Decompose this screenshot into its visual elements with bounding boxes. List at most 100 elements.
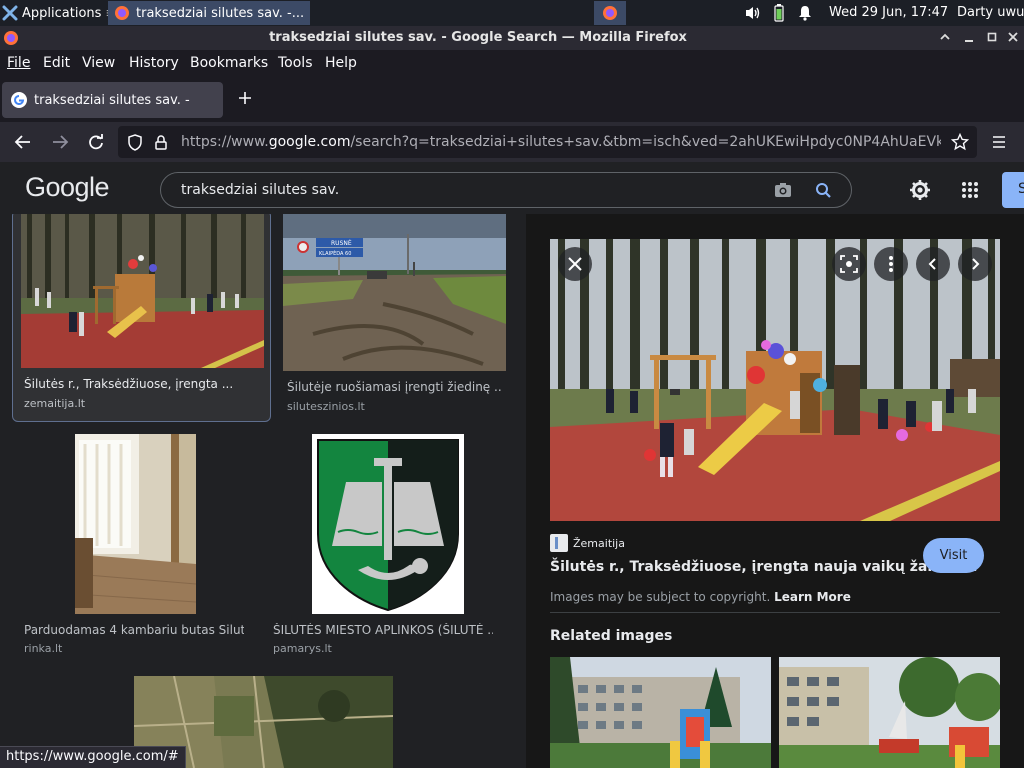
menu-help[interactable]: Help [325, 55, 357, 71]
menu-history[interactable]: History [129, 55, 179, 71]
menu-bookmarks[interactable]: Bookmarks [190, 55, 268, 71]
window-shade-button[interactable] [938, 29, 952, 45]
search-input[interactable]: traksedziai silutes sav. [181, 182, 339, 198]
settings-gear-icon[interactable] [909, 179, 931, 201]
result-caption[interactable]: ŠILUTĖS MIESTO APLINKOS (ŠILUTĖ ... [273, 623, 493, 637]
result-source[interactable]: zemaitija.lt [24, 397, 85, 410]
image-preview-panel: Žemaitija Šilutės r., Traksėdžiuose, įre… [526, 214, 1024, 768]
firefox-icon [115, 6, 129, 20]
menu-tools[interactable]: Tools [278, 55, 313, 71]
volume-icon[interactable] [744, 5, 762, 21]
status-url-overlay: https://www.google.com/# [0, 746, 186, 768]
firefox-workspace-icon [603, 6, 617, 20]
tab-title: traksedziai silutes sav. - [34, 92, 190, 108]
learn-more-link[interactable]: Learn More [774, 590, 851, 604]
taskbar-task-title: traksedziai silutes sav. -... [136, 5, 305, 21]
divider [550, 612, 1000, 613]
back-button[interactable] [14, 134, 32, 150]
sign-in-button[interactable]: S [1002, 172, 1024, 208]
system-taskbar: Applications ≡ traksedziai silutes sav. … [0, 0, 1024, 26]
next-image-button[interactable] [958, 247, 992, 281]
url-text[interactable]: https://www.google.com/search?q=traksedz… [181, 134, 941, 150]
result-caption[interactable]: Parduodamas 4 kambariu butas Silute... [24, 623, 244, 637]
result-source[interactable]: rinka.lt [24, 642, 62, 655]
preview-title[interactable]: Šilutės r., Traksėdžiuose, įrengta nauja… [550, 559, 978, 575]
menu-bar: File Edit View History Bookmarks Tools H… [0, 50, 1024, 78]
browser-tab-active[interactable]: traksedziai silutes sav. - [2, 82, 223, 118]
user-name[interactable]: Darty uwu [957, 5, 1024, 20]
image-results-page: Šilutės r., Traksėdžiuose, įrengta ... z… [0, 214, 1024, 768]
app-menu-button[interactable] [990, 134, 1008, 150]
window-titlebar: traksedziai silutes sav. - Google Search… [0, 26, 1024, 50]
lens-button[interactable] [832, 247, 866, 281]
navigation-toolbar: https://www.google.com/search?q=traksedz… [0, 122, 1024, 162]
close-icon [568, 257, 582, 271]
search-icon[interactable] [815, 182, 832, 199]
xfce-logo-icon [2, 5, 18, 21]
chevron-right-icon [972, 258, 980, 270]
result-thumbnail-road[interactable]: RUSNĖ KLAIPĖDA 60 [283, 214, 506, 371]
related-images-heading: Related images [550, 628, 673, 644]
more-options-button[interactable] [874, 247, 908, 281]
result-thumbnail-coat-of-arms[interactable] [312, 434, 464, 614]
tracking-protection-shield-icon[interactable] [127, 134, 143, 151]
clock[interactable]: Wed 29 Jun, 17:47 [829, 5, 948, 20]
google-logo[interactable]: Google [25, 172, 110, 203]
result-source[interactable]: siluteszinios.lt [287, 400, 365, 413]
arrow-left-icon [14, 135, 30, 149]
related-image-playground-building[interactable] [779, 657, 1000, 768]
close-preview-button[interactable] [558, 247, 592, 281]
menu-file[interactable]: File [7, 55, 30, 71]
window-minimize-button[interactable] [962, 29, 976, 45]
google-favicon-icon [11, 92, 27, 108]
url-domain: google.com [268, 134, 351, 150]
preview-image[interactable] [550, 239, 1000, 521]
menu-edit[interactable]: Edit [43, 55, 70, 71]
reload-button[interactable] [87, 133, 105, 151]
new-tab-button[interactable] [233, 86, 257, 110]
window-maximize-button[interactable] [985, 29, 999, 45]
applications-label: Applications [22, 5, 102, 21]
result-thumbnail-apartment[interactable] [75, 434, 196, 614]
result-caption[interactable]: Šilutės r., Traksėdžiuose, įrengta ... [24, 377, 259, 391]
more-vertical-icon [889, 256, 893, 272]
source-favicon-icon [550, 534, 568, 552]
tab-bar: traksedziai silutes sav. - [0, 78, 1024, 122]
arrow-right-icon [53, 135, 69, 149]
url-prefix: https://www. [181, 134, 269, 150]
hamburger-menu-icon [993, 136, 1005, 148]
visit-button[interactable]: Visit [923, 538, 984, 573]
result-thumbnail-playground[interactable] [21, 214, 264, 368]
previous-image-button[interactable] [916, 247, 950, 281]
image-result-card-selected[interactable]: Šilutės r., Traksėdžiuose, įrengta ... z… [12, 214, 271, 422]
menu-view[interactable]: View [82, 55, 115, 71]
copyright-text: Images may be subject to copyright. [550, 590, 771, 604]
chevron-left-icon [928, 258, 936, 270]
visit-label: Visit [939, 548, 968, 563]
workspace-switcher[interactable] [594, 1, 626, 25]
google-header: Google traksedziai silutes sav. S [0, 162, 1024, 218]
reload-icon [89, 134, 103, 150]
site-security-lock-icon[interactable] [153, 134, 169, 151]
search-box[interactable]: traksedziai silutes sav. [160, 172, 852, 208]
related-image-apartments[interactable] [550, 657, 771, 768]
road-sign-line2: KLAIPĖDA 60 [319, 250, 351, 257]
window-title: traksedziai silutes sav. - Google Search… [269, 30, 687, 45]
copyright-notice: Images may be subject to copyright. Lear… [550, 590, 851, 604]
sign-in-label: S [1018, 181, 1024, 197]
notifications-bell-icon[interactable] [798, 5, 812, 21]
forward-button[interactable] [51, 134, 69, 150]
preview-source-name[interactable]: Žemaitija [573, 537, 625, 550]
window-close-button[interactable] [1006, 29, 1020, 45]
bookmark-star-icon[interactable] [951, 133, 969, 151]
battery-icon[interactable] [774, 4, 784, 22]
result-source[interactable]: pamarys.lt [273, 642, 332, 655]
result-caption[interactable]: Šilutėje ruošiamasi įrengti žiedinę ... [287, 380, 502, 394]
lens-icon [840, 255, 858, 273]
applications-menu-button[interactable]: Applications ≡ [2, 3, 116, 23]
taskbar-task-firefox[interactable]: traksedziai silutes sav. -... [108, 1, 310, 25]
google-apps-grid-icon[interactable] [961, 181, 979, 199]
status-url: https://www.google.com/# [6, 749, 179, 764]
camera-icon[interactable] [774, 182, 792, 198]
url-bar[interactable]: https://www.google.com/search?q=traksedz… [118, 126, 977, 158]
